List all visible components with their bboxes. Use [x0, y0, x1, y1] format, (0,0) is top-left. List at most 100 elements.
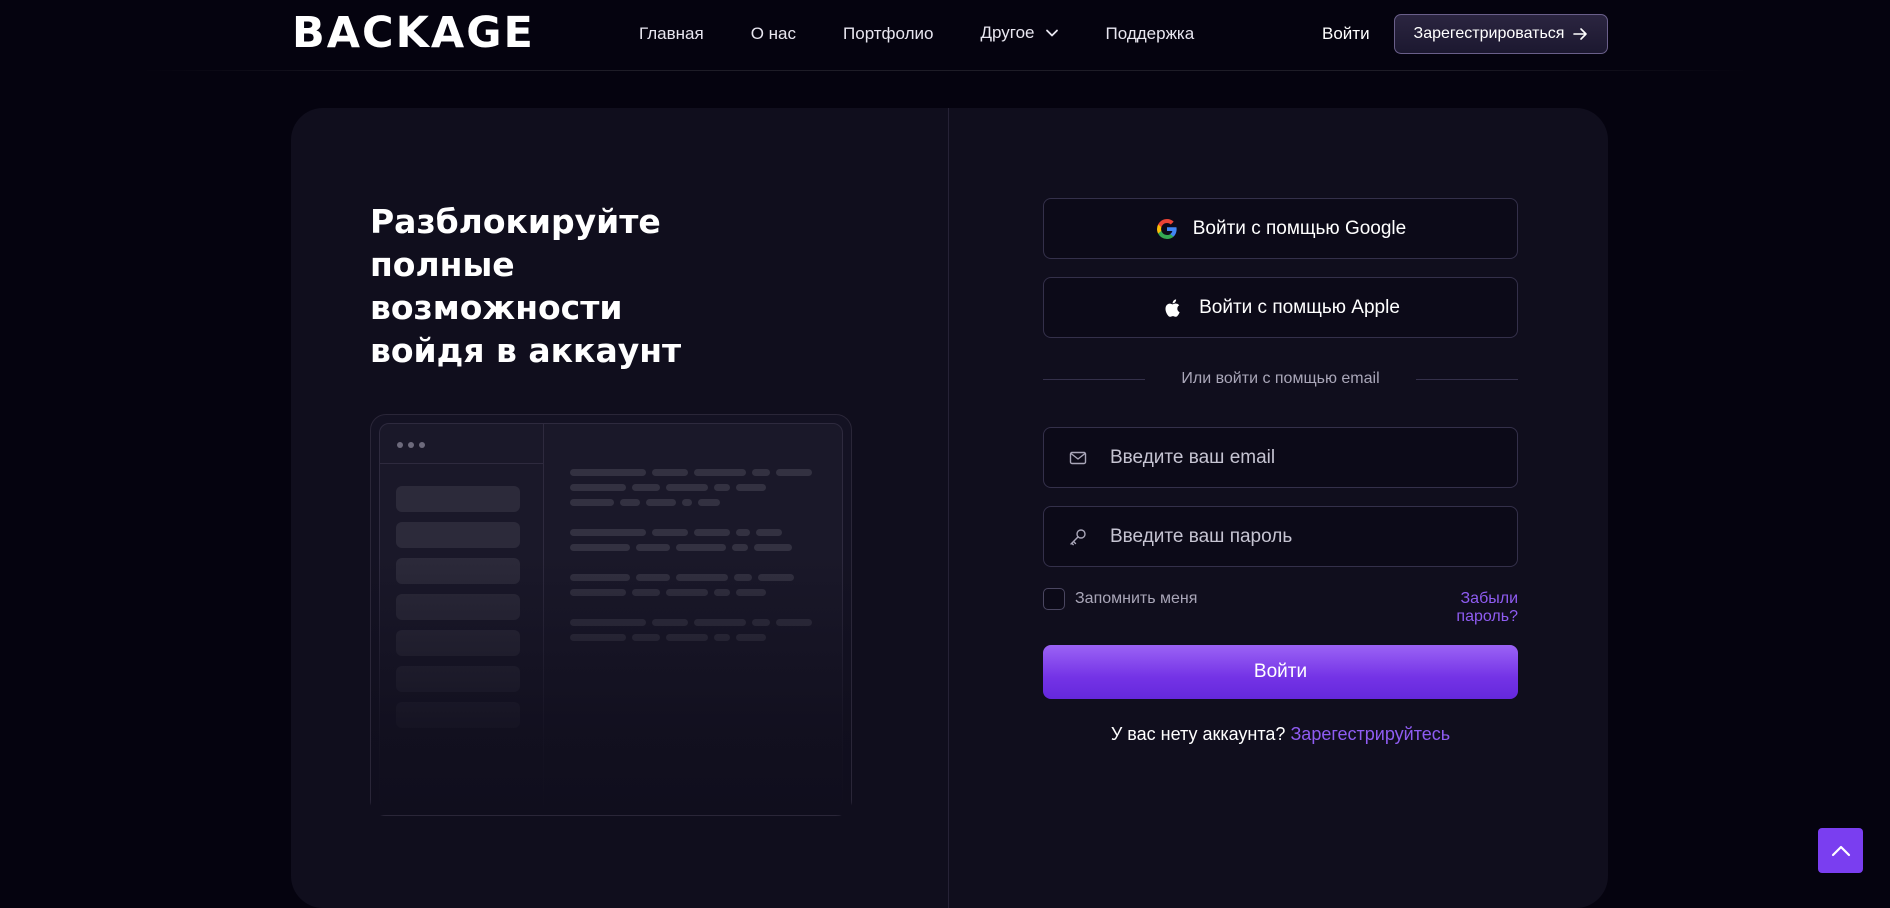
- mockup-topbar: [380, 424, 543, 464]
- arrow-right-icon: [1573, 28, 1588, 40]
- mockup-dot: [419, 442, 425, 448]
- mockup-text-line: [570, 634, 626, 641]
- mockup-text-line: [736, 529, 750, 536]
- mockup-text-line: [752, 469, 770, 476]
- mockup-sidebar-item: [396, 630, 520, 656]
- mockup-text-line: [620, 499, 640, 506]
- mockup-text-line: [698, 499, 720, 506]
- nav-item-other-label: Другое: [980, 23, 1035, 42]
- mockup-text-line: [694, 529, 730, 536]
- mockup-sidebar-item: [396, 594, 520, 620]
- mockup-text-line: [570, 529, 646, 536]
- google-login-button[interactable]: Войти с помщью Google: [1043, 198, 1518, 259]
- google-login-label: Войти с помщью Google: [1192, 217, 1407, 239]
- site-header: BACKAGE Главная О нас Портфолио Другое П…: [0, 0, 1890, 71]
- mockup-text-line: [632, 484, 660, 491]
- or-divider-line-left: [1043, 379, 1145, 380]
- mockup-text-line: [570, 469, 646, 476]
- mockup-text-line: [776, 619, 812, 626]
- app-mockup-illustration: [370, 414, 852, 816]
- signup-prompt: У вас нету аккаунта? Зарегестрируйтесь: [1043, 724, 1518, 745]
- mockup-text-line: [754, 544, 792, 551]
- nav-item-about[interactable]: О нас: [751, 24, 796, 44]
- mockup-text-line: [570, 574, 630, 581]
- or-divider-text: Или войти с помщью email: [1181, 370, 1380, 387]
- password-field[interactable]: [1043, 506, 1518, 567]
- mockup-text-line: [666, 484, 708, 491]
- mockup-text-line: [736, 484, 766, 491]
- mockup-sidebar-item: [396, 486, 520, 512]
- mockup-sidebar-item: [396, 522, 520, 548]
- header-register-button[interactable]: Зарегестрироваться: [1394, 14, 1608, 54]
- mockup-text-line: [570, 589, 626, 596]
- mockup-sidebar-item: [396, 702, 520, 728]
- nav-item-support[interactable]: Поддержка: [1106, 24, 1195, 44]
- header-login-link[interactable]: Войти: [1322, 24, 1370, 44]
- mockup-text-line: [682, 499, 692, 506]
- mockup-text-line: [752, 619, 770, 626]
- email-field[interactable]: [1043, 427, 1518, 488]
- or-divider-line-right: [1416, 379, 1518, 380]
- mockup-text-line: [652, 469, 688, 476]
- mockup-text-line: [652, 619, 688, 626]
- email-input[interactable]: [1108, 445, 1488, 470]
- key-icon: [1070, 528, 1086, 545]
- google-icon: [1156, 218, 1177, 239]
- login-card: Разблокируйте полные возможности войдя в…: [291, 108, 1608, 908]
- card-vertical-divider: [948, 108, 949, 908]
- or-divider: Или войти с помщью email: [1043, 369, 1518, 389]
- mockup-text-line: [570, 619, 646, 626]
- mockup-text-line: [652, 529, 688, 536]
- logo[interactable]: BACKAGE: [292, 8, 535, 58]
- mockup-text-line: [694, 619, 746, 626]
- apple-icon: [1165, 298, 1180, 317]
- mockup-text-line: [570, 499, 614, 506]
- remember-me-label: Запомнить меня: [1075, 590, 1198, 607]
- mockup-text-line: [714, 589, 730, 596]
- mockup-text-line: [646, 499, 676, 506]
- apple-login-label: Войти с помщью Apple: [1199, 296, 1400, 318]
- mockup-text-line: [636, 544, 670, 551]
- mockup-text-line: [734, 574, 752, 581]
- hero-headline: Разблокируйте полные возможности войдя в…: [370, 202, 682, 370]
- mockup-text-line: [694, 469, 746, 476]
- mockup-text-line: [732, 544, 748, 551]
- mockup-text-line: [632, 634, 660, 641]
- register-button-label: Зарегестрироваться: [1413, 25, 1565, 42]
- mockup-dot: [397, 442, 403, 448]
- mockup-text-line: [676, 544, 726, 551]
- mockup-text-line: [632, 589, 660, 596]
- header-divider: [140, 70, 1750, 71]
- nav-item-portfolio[interactable]: Портфолио: [843, 24, 933, 44]
- forgot-password-link[interactable]: Забыли пароль?: [1398, 590, 1518, 626]
- mockup-text-line: [736, 634, 766, 641]
- chevron-down-icon: [1045, 29, 1058, 37]
- apple-login-button[interactable]: Войти с помщью Apple: [1043, 277, 1518, 338]
- mockup-sidebar-divider: [543, 424, 544, 808]
- login-submit-button[interactable]: Войти: [1043, 645, 1518, 699]
- mockup-window: [379, 423, 843, 809]
- mockup-text-line: [636, 574, 670, 581]
- mockup-text-line: [776, 469, 812, 476]
- mockup-text-line: [666, 589, 708, 596]
- mockup-text-line: [666, 634, 708, 641]
- mail-icon: [1069, 451, 1087, 464]
- mockup-text-line: [570, 544, 630, 551]
- nav-item-other[interactable]: Другое: [981, 23, 1059, 43]
- mockup-dot: [408, 442, 414, 448]
- chevron-up-icon: [1831, 845, 1850, 856]
- remember-me[interactable]: Запомнить меня: [1043, 588, 1197, 610]
- signup-link[interactable]: Зарегестрируйтесь: [1290, 724, 1450, 744]
- mockup-text-line: [736, 589, 766, 596]
- mockup-sidebar-item: [396, 558, 520, 584]
- password-input[interactable]: [1108, 524, 1488, 549]
- mockup-sidebar-item: [396, 666, 520, 692]
- nav-item-home[interactable]: Главная: [639, 24, 704, 44]
- mockup-text-line: [714, 484, 730, 491]
- scroll-to-top-button[interactable]: [1818, 828, 1863, 873]
- main-nav: Главная О нас Портфолио Другое Поддержка: [639, 23, 1241, 44]
- remember-me-checkbox[interactable]: [1043, 588, 1065, 610]
- mockup-text-line: [570, 484, 626, 491]
- mockup-text-line: [714, 634, 730, 641]
- mockup-text-line: [756, 529, 782, 536]
